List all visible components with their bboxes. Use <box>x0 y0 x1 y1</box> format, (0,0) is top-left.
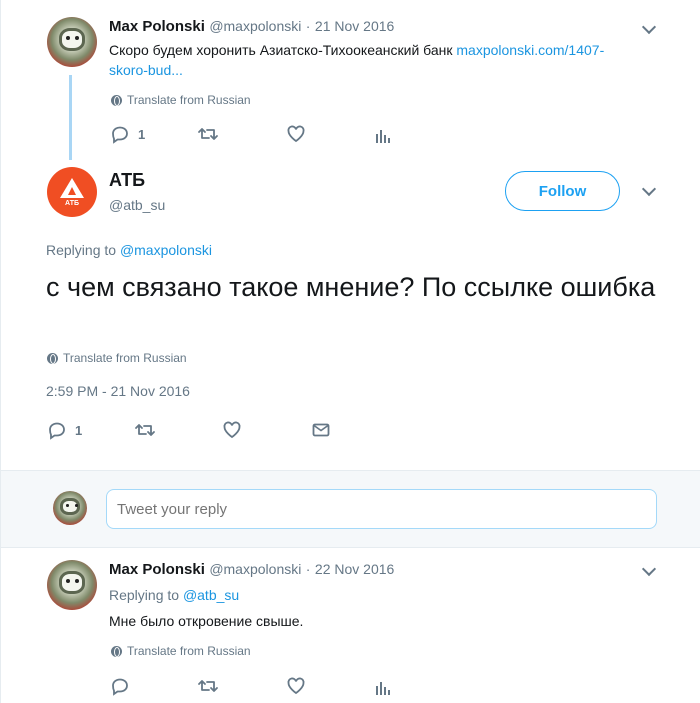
conversation-frame: Max Polonski @maxpolonski · 21 Nov 2016 … <box>0 0 700 703</box>
translate-link[interactable]: Translate from Russian <box>111 93 251 107</box>
heart-icon <box>287 677 305 695</box>
chevron-down-icon[interactable] <box>641 561 657 577</box>
thread-connector <box>69 75 72 160</box>
direct-message-button[interactable] <box>311 420 331 440</box>
retweet-button[interactable] <box>134 420 156 440</box>
replying-to-label: Replying to <box>109 587 183 603</box>
like-button[interactable] <box>286 676 306 696</box>
avatar[interactable] <box>47 17 97 67</box>
reply-button[interactable]: 1 <box>110 124 145 144</box>
heart-icon <box>223 421 241 439</box>
chevron-down-icon[interactable] <box>641 19 657 35</box>
analytics-icon <box>376 130 390 143</box>
replying-to-label: Replying to <box>46 242 120 258</box>
chevron-down-icon[interactable] <box>641 181 657 197</box>
reply-count: 1 <box>75 422 83 438</box>
analytics-icon <box>376 682 390 695</box>
avatar[interactable] <box>47 560 97 610</box>
reply-button[interactable] <box>110 676 130 696</box>
like-button[interactable] <box>286 124 306 144</box>
avatar[interactable]: АТБ <box>47 167 97 217</box>
retweet-button[interactable] <box>197 124 219 144</box>
follow-button[interactable]: Follow <box>505 171 620 211</box>
tweet-header: Max Polonski @maxpolonski · 21 Nov 2016 <box>109 18 394 36</box>
translate-link[interactable]: Translate from Russian <box>47 351 187 365</box>
retweet-icon <box>135 424 155 436</box>
globe-icon <box>111 645 122 657</box>
user-name[interactable]: АТБ <box>109 170 145 191</box>
translate-label: Translate from Russian <box>127 93 251 107</box>
tweet-text-body: Скоро будем хоронить Азиатско-Тихоокеанс… <box>109 42 457 58</box>
tweet-text: Мне было откровение свыше. <box>109 613 304 629</box>
replying-to-handle[interactable]: @maxpolonski <box>120 242 212 258</box>
brand-triangle-icon <box>60 178 84 198</box>
tweet-timestamp[interactable]: 2:59 PM - 21 Nov 2016 <box>46 383 190 399</box>
like-button[interactable] <box>222 420 242 440</box>
analytics-button[interactable] <box>374 678 392 696</box>
tweet-link-continued[interactable]: skoro-bud... <box>109 62 183 78</box>
translate-link[interactable]: Translate from Russian <box>111 644 251 658</box>
separator: · <box>305 561 311 577</box>
globe-icon <box>47 352 58 364</box>
retweet-button[interactable] <box>197 676 219 696</box>
reply-input[interactable] <box>106 489 657 529</box>
tweet-date[interactable]: 21 Nov 2016 <box>315 18 394 34</box>
user-handle[interactable]: @maxpolonski <box>209 18 301 34</box>
replying-to: Replying to @maxpolonski <box>46 242 212 258</box>
translate-label: Translate from Russian <box>63 351 187 365</box>
tweet-date[interactable]: 22 Nov 2016 <box>315 561 394 577</box>
tweet-text: с чем связано такое мнение? По ссылке ош… <box>46 272 656 302</box>
reply-icon <box>112 678 128 696</box>
analytics-button[interactable] <box>374 126 392 144</box>
translate-label: Translate from Russian <box>127 644 251 658</box>
retweet-icon <box>198 128 218 140</box>
envelope-icon <box>312 423 330 437</box>
replying-to-handle[interactable]: @atb_su <box>183 587 239 603</box>
reply-icon <box>49 422 65 440</box>
reply-button[interactable]: 1 <box>47 420 82 440</box>
replying-to: Replying to @atb_su <box>109 587 239 603</box>
reply-icon <box>112 126 128 144</box>
tweet-text: Скоро будем хоронить Азиатско-Тихоокеанс… <box>109 40 669 80</box>
separator: · <box>305 18 311 34</box>
reply-count: 1 <box>138 126 146 142</box>
avatar <box>53 491 87 525</box>
user-handle[interactable]: @maxpolonski <box>209 561 301 577</box>
user-name[interactable]: Max Polonski <box>109 561 205 578</box>
heart-icon <box>287 125 305 143</box>
user-handle[interactable]: @atb_su <box>109 197 165 213</box>
retweet-icon <box>198 680 218 692</box>
user-name[interactable]: Max Polonski <box>109 18 205 35</box>
tweet-header: Max Polonski @maxpolonski · 22 Nov 2016 <box>109 561 394 579</box>
tweet-link[interactable]: maxpolonski.com/1407- <box>456 42 604 58</box>
avatar-label: АТБ <box>64 200 79 207</box>
globe-icon <box>111 94 122 106</box>
